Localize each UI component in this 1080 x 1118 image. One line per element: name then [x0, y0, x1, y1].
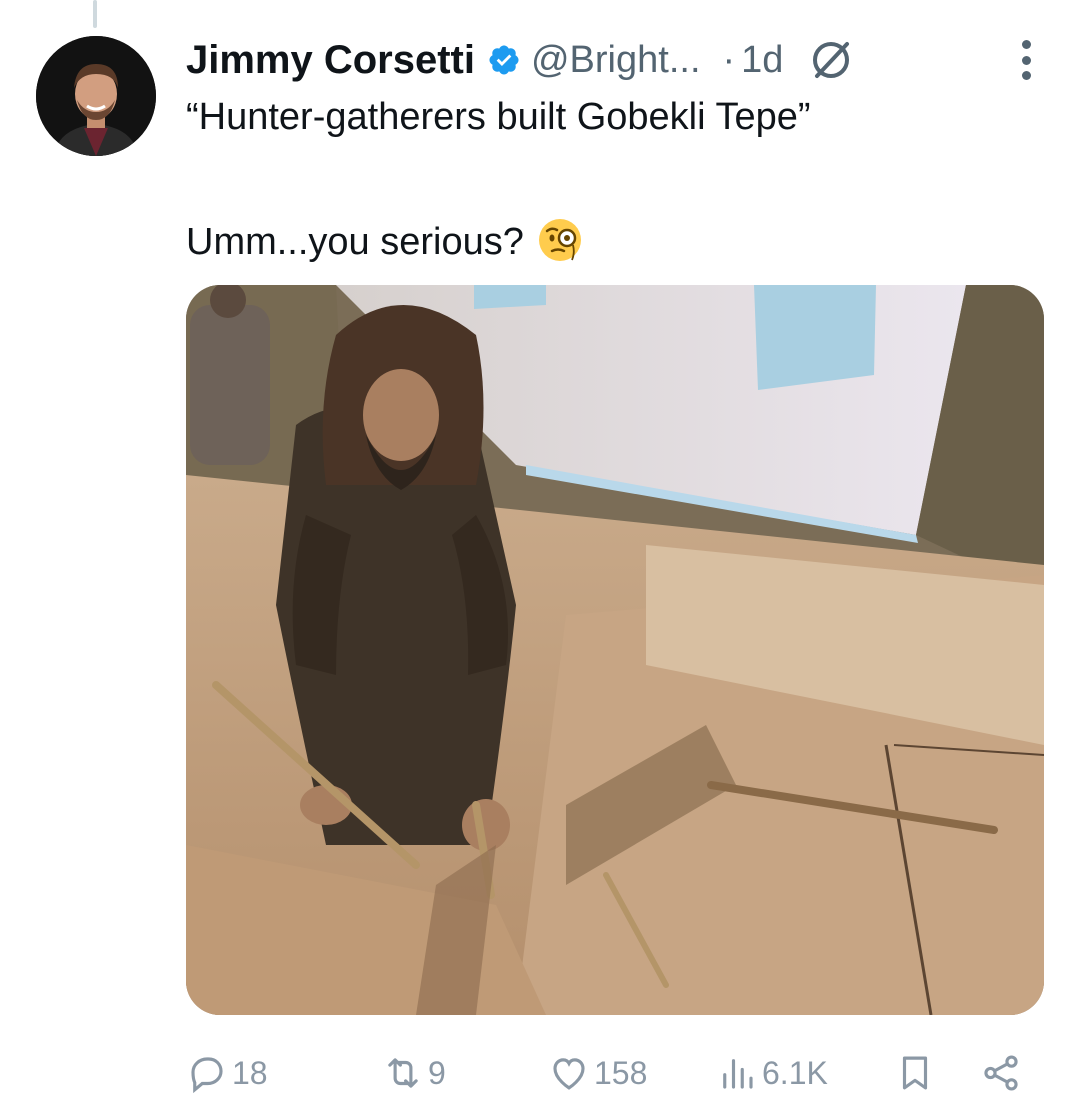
- face-with-monocle-emoji-icon: [538, 219, 581, 261]
- tweet-actions-bar: 18 9 158 6.1K: [186, 1048, 1026, 1098]
- like-button[interactable]: 158: [548, 1048, 647, 1098]
- views-count: 6.1K: [762, 1054, 828, 1091]
- views-icon: [723, 1059, 753, 1089]
- separator-dot: ·: [722, 38, 736, 81]
- grok-icon[interactable]: [809, 38, 853, 82]
- share-icon: [984, 1055, 1018, 1091]
- like-icon: [553, 1058, 585, 1090]
- repost-icon: [388, 1058, 418, 1088]
- tweet-text-line-2-label: Umm...you serious?: [186, 221, 524, 263]
- reply-button[interactable]: 18: [186, 1048, 268, 1098]
- like-count: 158: [594, 1054, 648, 1091]
- views-button[interactable]: 6.1K: [716, 1048, 828, 1098]
- more-options-icon[interactable]: [1020, 40, 1032, 80]
- tweet-media-image[interactable]: [186, 285, 1044, 1015]
- avatar-image: [36, 36, 156, 156]
- verified-badge-icon[interactable]: [487, 43, 521, 77]
- tweet-text-line-2: Umm...you serious?: [186, 216, 584, 264]
- share-button[interactable]: [980, 1048, 1022, 1098]
- bookmark-button[interactable]: [894, 1048, 936, 1098]
- avatar[interactable]: [36, 36, 156, 156]
- tweet-header: Jimmy Corsetti @Bright... · 1d: [186, 32, 1060, 88]
- author-name[interactable]: Jimmy Corsetti: [186, 38, 475, 83]
- reply-icon: [191, 1057, 223, 1094]
- tweet-text-line-1: “Hunter-gatherers built Gobekli Tepe”: [186, 96, 811, 138]
- reply-count: 18: [232, 1054, 268, 1091]
- repost-button[interactable]: 9: [382, 1048, 446, 1098]
- repost-count: 9: [428, 1054, 446, 1091]
- author-handle[interactable]: @Bright...: [531, 39, 701, 82]
- museum-figure-photo: [186, 285, 1044, 1015]
- timestamp[interactable]: 1d: [741, 39, 783, 82]
- thread-connector-line: [93, 0, 97, 28]
- bookmark-icon: [902, 1056, 928, 1090]
